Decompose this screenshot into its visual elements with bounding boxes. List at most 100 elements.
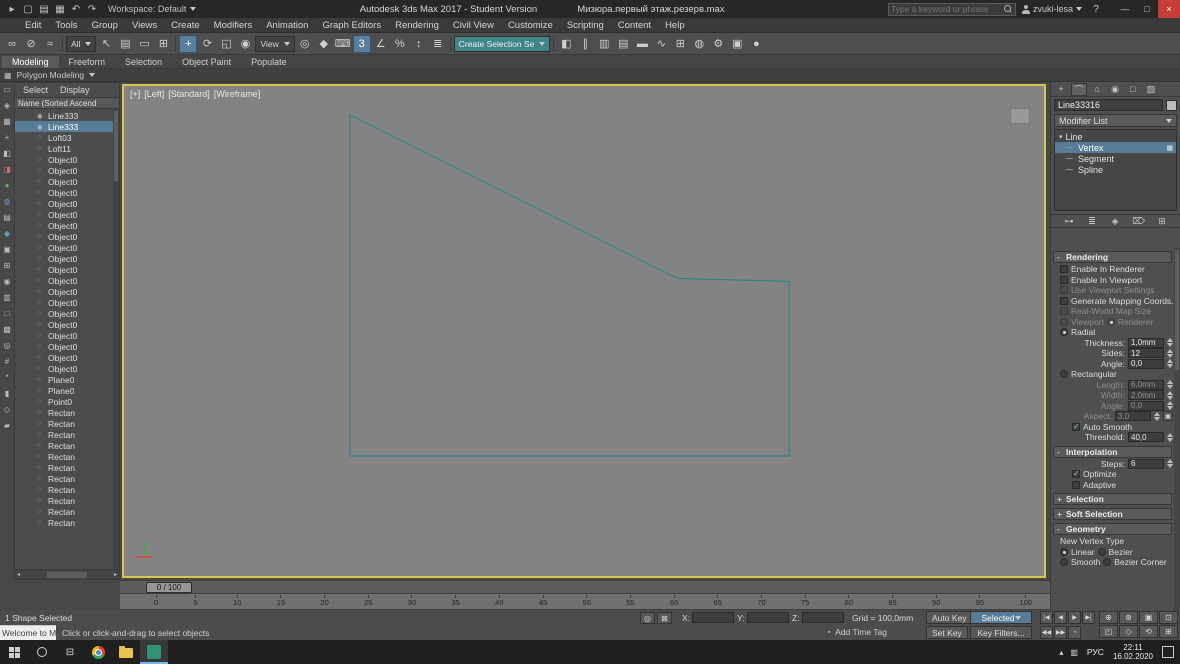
selection-lock-toggle[interactable]: ⊠	[657, 612, 672, 624]
enable-in-viewport-checkbox[interactable]	[1060, 275, 1068, 284]
scene-object-row[interactable]: ○ Loft11	[15, 143, 119, 154]
menu-item[interactable]: Edit	[18, 20, 48, 31]
left-ribbon-icon[interactable]: ▰	[4, 421, 10, 431]
coordinate-x-field[interactable]	[692, 612, 735, 623]
viewport-left[interactable]: [+] [Left] [Standard] [Wireframe]	[122, 84, 1046, 578]
ribbon-tab[interactable]: Object Paint	[172, 56, 241, 68]
sides-spinner[interactable]	[1167, 348, 1173, 358]
left-ribbon-icon[interactable]: ⊞	[4, 261, 11, 271]
scene-object-row[interactable]: ○ Point0	[15, 396, 119, 407]
scene-object-row[interactable]: ○ Object0	[15, 220, 119, 231]
isolate-selection-toggle[interactable]: ◎	[640, 612, 655, 624]
unlink-selection-icon[interactable]: ⊘	[22, 35, 40, 53]
menu-item[interactable]: Modifiers	[207, 20, 260, 31]
time-configuration-button[interactable]: ◔	[1068, 626, 1081, 639]
ribbon-tab[interactable]: Selection	[115, 56, 172, 68]
viewport-menu-general[interactable]: [+]	[130, 89, 140, 99]
scene-object-row[interactable]: ○ Object0	[15, 286, 119, 297]
viewport-menu-pov[interactable]: [Left]	[144, 89, 164, 99]
command-panel-scrollbar[interactable]	[1174, 248, 1180, 610]
create-tab[interactable]: +	[1053, 83, 1069, 96]
stack-item-line[interactable]: ▾ Line	[1055, 131, 1176, 142]
remove-modifier-icon[interactable]: ⌦	[1132, 215, 1145, 227]
key-selection-dropdown[interactable]: Selected	[970, 611, 1032, 624]
sign-in-chip[interactable]: zvuki-lesa	[1021, 4, 1082, 14]
file-explorer-taskbar-button[interactable]	[112, 640, 140, 664]
name-column-header[interactable]: Name (Sorted Ascend	[15, 97, 119, 109]
menu-item[interactable]: Customize	[501, 20, 560, 31]
reference-coordinate-dropdown[interactable]: View	[255, 35, 295, 52]
menu-item[interactable]: Group	[85, 20, 125, 31]
zoom-icon[interactable]: ⊕	[1099, 611, 1118, 624]
taskbar-clock[interactable]: 22:11 16.02.2020	[1113, 643, 1153, 661]
selection-filter-dropdown[interactable]: All	[66, 35, 97, 52]
previous-key-button[interactable]: ◀◀	[1040, 626, 1053, 639]
explorer-menu-display[interactable]: Display	[60, 85, 90, 95]
show-end-result-icon[interactable]: ≣	[1086, 215, 1098, 227]
toggle-ribbon-icon[interactable]: ▬	[633, 35, 651, 53]
help-search-input[interactable]	[890, 4, 1003, 14]
snap-toggle-3d-icon[interactable]: 3	[352, 34, 371, 53]
redo-icon[interactable]: ↷	[84, 1, 100, 17]
radial-radio[interactable]	[1060, 328, 1068, 337]
scene-object-row[interactable]: ○ Rectan	[15, 506, 119, 517]
angle-snap-icon[interactable]: ∠	[372, 35, 390, 53]
maxscript-mini-listener[interactable]: Welcome to M	[0, 625, 56, 640]
thickness-spinner[interactable]	[1167, 338, 1173, 348]
tray-status-icon[interactable]: ▥	[1070, 648, 1078, 657]
toggle-layer-explorer-icon[interactable]: ▤	[614, 35, 632, 53]
select-by-name-icon[interactable]: ▤	[116, 35, 134, 53]
scene-object-row[interactable]: ○ Rectan	[15, 440, 119, 451]
aspect-lock-icon[interactable]: ▣	[1163, 411, 1173, 422]
zoom-all-icon[interactable]: ⊛	[1119, 611, 1138, 624]
menu-item[interactable]: Content	[611, 20, 658, 31]
linear-radio[interactable]	[1060, 547, 1068, 556]
scene-object-row[interactable]: ○ Object0	[15, 198, 119, 209]
search-icon[interactable]	[1003, 4, 1013, 14]
scene-object-row[interactable]: ○ Object0	[15, 330, 119, 341]
maximize-button[interactable]: □	[1136, 0, 1158, 18]
scroll-left-icon[interactable]: ◂	[17, 571, 20, 578]
next-key-button[interactable]: ▶▶	[1054, 626, 1067, 639]
timeline-ruler[interactable]: 0 5 10 15 20 25 30 35 40 45 50 55 60 65 70 75 80 85 90 95 10…	[120, 594, 1050, 610]
scene-object-row[interactable]: ○ Object0	[15, 264, 119, 275]
bind-to-spacewarp-icon[interactable]: ≈	[41, 35, 59, 53]
minimize-button[interactable]: —	[1114, 0, 1136, 18]
left-ribbon-icon[interactable]: ◍	[4, 197, 11, 207]
configure-modifier-sets-icon[interactable]: ⊞	[1156, 215, 1168, 227]
rollout-soft-selection[interactable]: + Soft Selection	[1053, 508, 1172, 520]
left-ribbon-icon[interactable]: ▣	[3, 245, 11, 255]
left-ribbon-icon[interactable]: ◧	[3, 149, 11, 159]
left-ribbon-icon[interactable]: ◇	[4, 405, 10, 415]
scene-object-row[interactable]: ○ Object0	[15, 319, 119, 330]
select-and-place-icon[interactable]: ◉	[236, 35, 254, 53]
explorer-horizontal-scrollbar[interactable]: ◂ ▸	[15, 569, 119, 579]
scene-object-row[interactable]: ○ Object0	[15, 253, 119, 264]
spinner-snap-icon[interactable]: ↕	[410, 35, 428, 53]
window-crossing-icon[interactable]: ⊞	[154, 35, 172, 53]
scene-object-row[interactable]: ○ Plane0	[15, 385, 119, 396]
left-ribbon-icon[interactable]: ▩	[3, 325, 11, 335]
scene-object-row[interactable]: ○ Rectan	[15, 418, 119, 429]
go-to-start-button[interactable]: |◀	[1040, 611, 1053, 624]
3dsmax-taskbar-button[interactable]	[140, 640, 168, 664]
viewport-menu-standard[interactable]: [Standard]	[168, 89, 210, 99]
menu-item[interactable]: Views	[125, 20, 164, 31]
select-and-move-icon[interactable]: +	[179, 34, 198, 53]
scene-object-row[interactable]: ○ Object0	[15, 341, 119, 352]
left-ribbon-icon[interactable]: ▭	[3, 85, 11, 95]
action-center-icon[interactable]	[1162, 646, 1174, 658]
scene-object-row[interactable]: ○ Object0	[15, 187, 119, 198]
scene-object-row[interactable]: ○ Loft03	[15, 132, 119, 143]
scene-object-row[interactable]: ◉ Line333	[15, 110, 119, 121]
undo-icon[interactable]: ↶	[68, 1, 84, 17]
ribbon-tab[interactable]: Modeling	[2, 56, 59, 68]
scroll-right-icon[interactable]: ▸	[114, 571, 117, 578]
rollout-geometry[interactable]: - Geometry	[1053, 523, 1172, 535]
steps-field[interactable]: 6	[1128, 458, 1164, 469]
open-file-icon[interactable]: ▤	[36, 1, 52, 17]
scene-object-row[interactable]: ○ Object0	[15, 209, 119, 220]
select-and-link-icon[interactable]: ∞	[3, 35, 21, 53]
left-ribbon-icon[interactable]: ▤	[3, 213, 11, 223]
coordinate-z-field[interactable]	[801, 612, 844, 623]
